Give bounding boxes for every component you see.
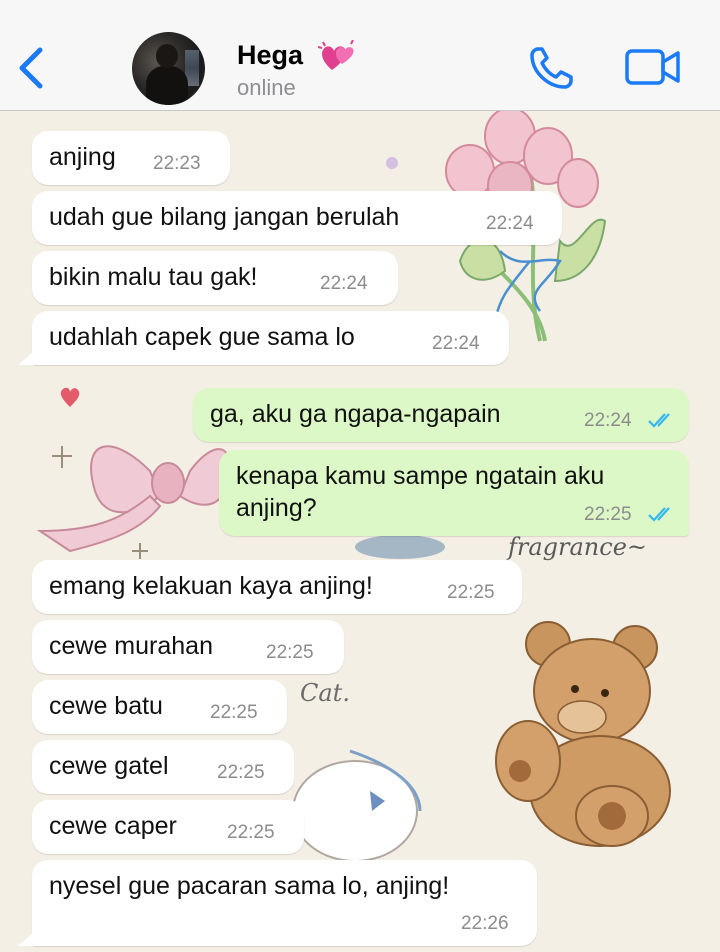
contact-avatar[interactable]	[132, 32, 205, 105]
message-text: bikin malu tau gak!	[49, 263, 258, 291]
message-bubble-incoming[interactable]: nyesel gue pacaran sama lo, anjing! 22:2…	[32, 860, 537, 946]
message-time: 22:26	[461, 913, 509, 934]
white-cat-illustration	[292, 749, 422, 862]
message-time: 22:25	[584, 504, 632, 525]
message-bubble-incoming[interactable]: cewe caper 22:25	[32, 800, 304, 854]
message-time: 22:25	[210, 702, 258, 723]
message-text-line-2: anjing?	[236, 494, 317, 522]
message-bubble-outgoing[interactable]: kenapa kamu sampe ngatain aku anjing? 22…	[219, 450, 689, 536]
message-bubble-incoming[interactable]: anjing 22:23	[32, 131, 230, 185]
teddy-bear-illustration	[495, 621, 671, 847]
read-double-check-icon	[648, 507, 670, 522]
message-time: 22:24	[584, 410, 632, 431]
message-text: cewe caper	[49, 812, 177, 840]
message-text: cewe gatel	[49, 752, 169, 780]
message-text-line-1: kenapa kamu sampe ngatain aku	[236, 462, 605, 490]
phone-icon[interactable]	[528, 46, 576, 90]
message-text: cewe batu	[49, 692, 163, 720]
heart-emoji-icon	[318, 40, 354, 70]
message-time: 22:25	[447, 582, 495, 603]
message-time: 22:23	[153, 153, 201, 174]
chat-area: fragrance~ Cat. anjing 22:23 udah gue bi…	[0, 111, 720, 952]
message-bubble-outgoing[interactable]: ga, aku ga ngapa-ngapain 22:24	[193, 388, 689, 442]
chat-header: Hega online	[0, 0, 720, 111]
wallpaper-text-cat: Cat.	[300, 679, 350, 707]
message-bubble-incoming[interactable]: cewe murahan 22:25	[32, 620, 344, 674]
message-text: udah gue bilang jangan berulah	[49, 203, 400, 231]
message-time: 22:25	[227, 822, 275, 843]
message-text: cewe murahan	[49, 632, 213, 660]
message-bubble-incoming[interactable]: udahlah capek gue sama lo 22:24	[32, 311, 509, 365]
message-time: 22:24	[486, 213, 534, 234]
message-bubble-incoming[interactable]: bikin malu tau gak! 22:24	[32, 251, 398, 305]
pink-bow-illustration	[36, 445, 232, 553]
back-chevron-icon[interactable]	[14, 44, 50, 92]
message-text: nyesel gue pacaran sama lo, anjing!	[49, 872, 450, 900]
message-bubble-incoming[interactable]: cewe batu 22:25	[32, 680, 287, 734]
message-time: 22:24	[432, 333, 480, 354]
message-text: ga, aku ga ngapa-ngapain	[210, 400, 501, 428]
message-text: udahlah capek gue sama lo	[49, 323, 355, 351]
message-time: 22:24	[320, 273, 368, 294]
bubble-tail	[18, 932, 34, 946]
message-bubble-incoming[interactable]: emang kelakuan kaya anjing! 22:25	[32, 560, 522, 614]
video-call-icon[interactable]	[624, 48, 682, 86]
message-time: 22:25	[217, 762, 265, 783]
message-text: anjing	[49, 143, 116, 171]
contact-name[interactable]: Hega	[237, 40, 303, 71]
contact-status: online	[237, 75, 296, 100]
message-text: emang kelakuan kaya anjing!	[49, 572, 373, 600]
message-time: 22:25	[266, 642, 314, 663]
message-bubble-incoming[interactable]: udah gue bilang jangan berulah 22:24	[32, 191, 562, 245]
bubble-tail	[18, 351, 34, 365]
wallpaper-text-fragrance: fragrance~	[506, 533, 647, 561]
read-double-check-icon	[648, 413, 670, 428]
message-bubble-incoming[interactable]: cewe gatel 22:25	[32, 740, 294, 794]
